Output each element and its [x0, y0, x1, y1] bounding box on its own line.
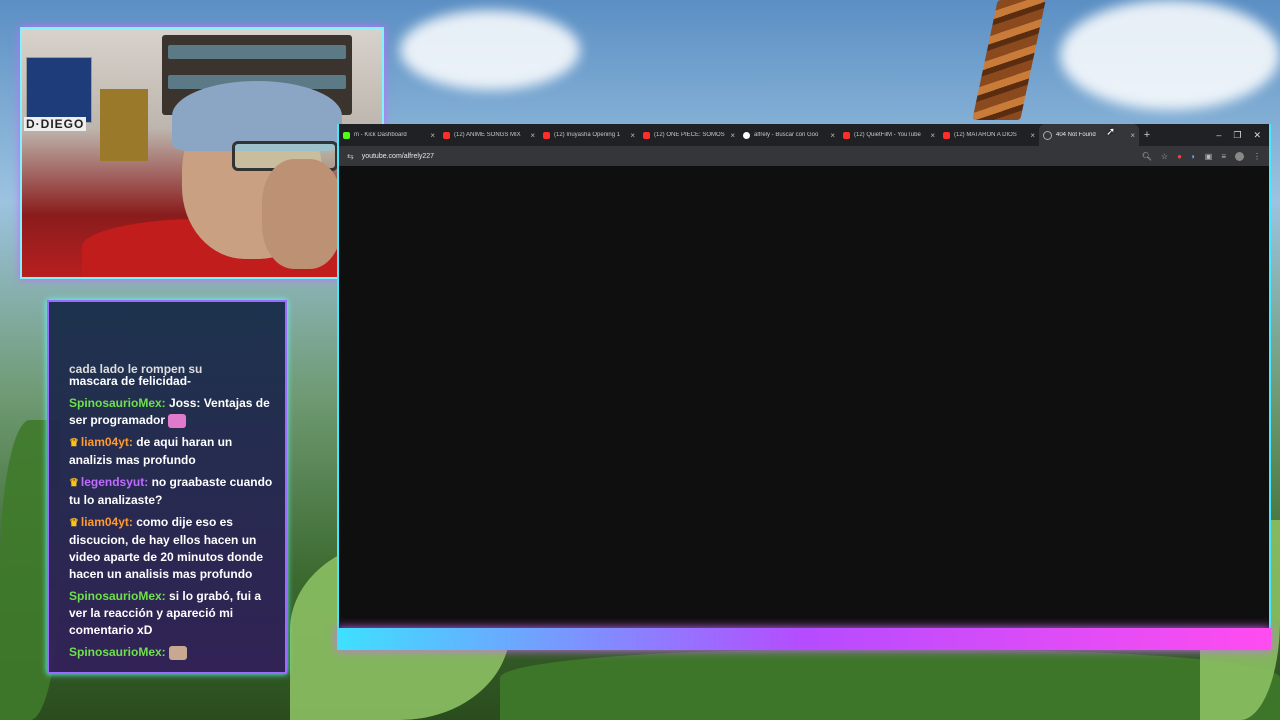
profile-avatar-icon[interactable]	[1235, 151, 1244, 161]
crown-badge-icon: ♛	[69, 437, 79, 449]
chat-username[interactable]: liam04yt:	[81, 515, 133, 529]
browser-tab[interactable]: alfrely - Buscar con Goo ×	[739, 124, 839, 146]
zoom-icon[interactable]: 🔍︎	[1142, 152, 1152, 161]
chat-username[interactable]: SpinosaurioMex:	[69, 645, 166, 659]
maximize-button[interactable]: ❐	[1233, 130, 1241, 141]
chat-messages: cada lado le rompen su mascara de felici…	[69, 362, 277, 666]
loading-favicon-icon	[1043, 130, 1052, 140]
site-info-icon[interactable]: ⇆	[347, 152, 354, 161]
browser-tab[interactable]: m - Kick Dashboard ×	[339, 124, 439, 146]
close-tab-icon[interactable]: ×	[530, 131, 535, 140]
browser-tab[interactable]: (12) Inuyasha Opening 1 ×	[539, 124, 639, 146]
tab-title: alfrely - Buscar con Goo	[754, 132, 819, 138]
extension-icon[interactable]: ◗	[1191, 152, 1196, 161]
poster-label: D·DIEGO	[24, 117, 87, 131]
close-tab-icon[interactable]: ×	[730, 131, 735, 140]
mouse-cursor-icon: ➚	[1106, 126, 1116, 138]
chat-message: SpinosaurioMex: Joss: Ventajas de ser pr…	[69, 395, 277, 429]
chat-message: ♛ legendsyut: no graabaste cuando tu lo a…	[69, 474, 277, 509]
kick-favicon-icon	[343, 131, 350, 139]
chat-panel: cada lado le rompen su mascara de felici…	[47, 300, 287, 674]
crown-badge-icon: ♛	[69, 517, 79, 529]
cat-emote-icon	[169, 645, 188, 660]
chat-username[interactable]: SpinosaurioMex:	[69, 396, 166, 410]
browser-tab[interactable]: (12) QuietFilM - YouTube ×	[839, 124, 939, 146]
tab-search-icon[interactable]: ≡	[1221, 152, 1226, 161]
browser-window: m - Kick Dashboard × (12) ANIME SONGS MIX ×…	[337, 124, 1271, 628]
page-content[interactable]	[339, 166, 1269, 628]
toolbar-actions: 🔍︎ ☆ ● ◗ ▣ ≡ ⋮	[1142, 151, 1261, 161]
chat-message: ♛ liam04yt: de aqui haran un analizis mas…	[69, 434, 277, 469]
new-tab-button[interactable]: +	[1139, 129, 1155, 141]
browser-tab[interactable]: 404 Not Found ×	[1039, 124, 1139, 146]
tab-title: (12) QuietFilM - YouTube	[854, 132, 921, 138]
browser-frame-border	[337, 628, 1271, 650]
tab-title: 404 Not Found	[1056, 132, 1096, 138]
tab-title: (12) Inuyasha Opening 1	[554, 132, 621, 138]
chat-message-partial: cada lado le rompen su	[69, 362, 203, 376]
background-foliage	[500, 650, 1280, 720]
crown-badge-icon: ♛	[69, 477, 79, 489]
browser-tab[interactable]: (12) ONE PIECE: SOMOS ×	[639, 124, 739, 146]
background-sword	[972, 0, 1046, 120]
tab-title: m - Kick Dashboard	[354, 132, 407, 138]
tab-title: (12) ANIME SONGS MIX	[454, 132, 521, 138]
close-tab-icon[interactable]: ×	[1130, 131, 1135, 140]
close-tab-icon[interactable]: ×	[1030, 131, 1035, 140]
background-cloud	[1060, 0, 1280, 110]
close-window-button[interactable]: ✕	[1253, 130, 1261, 141]
chat-username[interactable]: legendsyut:	[81, 475, 148, 489]
menu-kebab-icon[interactable]: ⋮	[1253, 152, 1261, 161]
tab-title: (12) MATARON A DIOS	[954, 132, 1017, 138]
google-favicon-icon	[743, 131, 750, 139]
close-tab-icon[interactable]: ×	[830, 131, 835, 140]
tab-bar: m - Kick Dashboard × (12) ANIME SONGS MIX ×…	[339, 124, 1269, 146]
youtube-favicon-icon	[643, 131, 650, 139]
youtube-favicon-icon	[843, 131, 850, 139]
chat-username[interactable]: liam04yt:	[81, 435, 133, 449]
poster	[100, 89, 148, 161]
youtube-favicon-icon	[943, 131, 950, 139]
close-tab-icon[interactable]: ×	[430, 131, 435, 140]
youtube-favicon-icon	[443, 131, 450, 139]
streamer-hand	[262, 159, 342, 269]
chat-username[interactable]: SpinosaurioMex:	[69, 589, 166, 603]
webcam-feed: D·DIEGO	[20, 27, 384, 279]
chat-message: ♛ liam04yt: como dije eso es discucion, d…	[69, 514, 277, 583]
background-cloud	[400, 10, 580, 90]
address-bar[interactable]: youtube.com/alfrely227	[362, 153, 434, 160]
tab-title: (12) ONE PIECE: SOMOS	[654, 132, 725, 138]
browser-tab[interactable]: (12) MATARON A DIOS ×	[939, 124, 1039, 146]
window-controls: – ❐ ✕	[1216, 130, 1269, 141]
chat-message: SpinosaurioMex:	[69, 644, 277, 661]
minimize-button[interactable]: –	[1216, 130, 1221, 141]
extensions-puzzle-icon[interactable]: ▣	[1205, 152, 1213, 161]
chat-message: SpinosaurioMex: si lo grabó, fui a ver l…	[69, 588, 277, 639]
poster	[26, 57, 92, 123]
bookmark-star-icon[interactable]: ☆	[1161, 152, 1168, 161]
close-tab-icon[interactable]: ×	[930, 131, 935, 140]
record-extension-icon[interactable]: ●	[1177, 152, 1182, 161]
browser-toolbar: ⇆ youtube.com/alfrely227 🔍︎ ☆ ● ◗ ▣ ≡ ⋮	[339, 146, 1269, 166]
youtube-favicon-icon	[543, 131, 550, 139]
close-tab-icon[interactable]: ×	[630, 131, 635, 140]
pink-emote-icon	[168, 413, 187, 428]
browser-tab[interactable]: (12) ANIME SONGS MIX ×	[439, 124, 539, 146]
